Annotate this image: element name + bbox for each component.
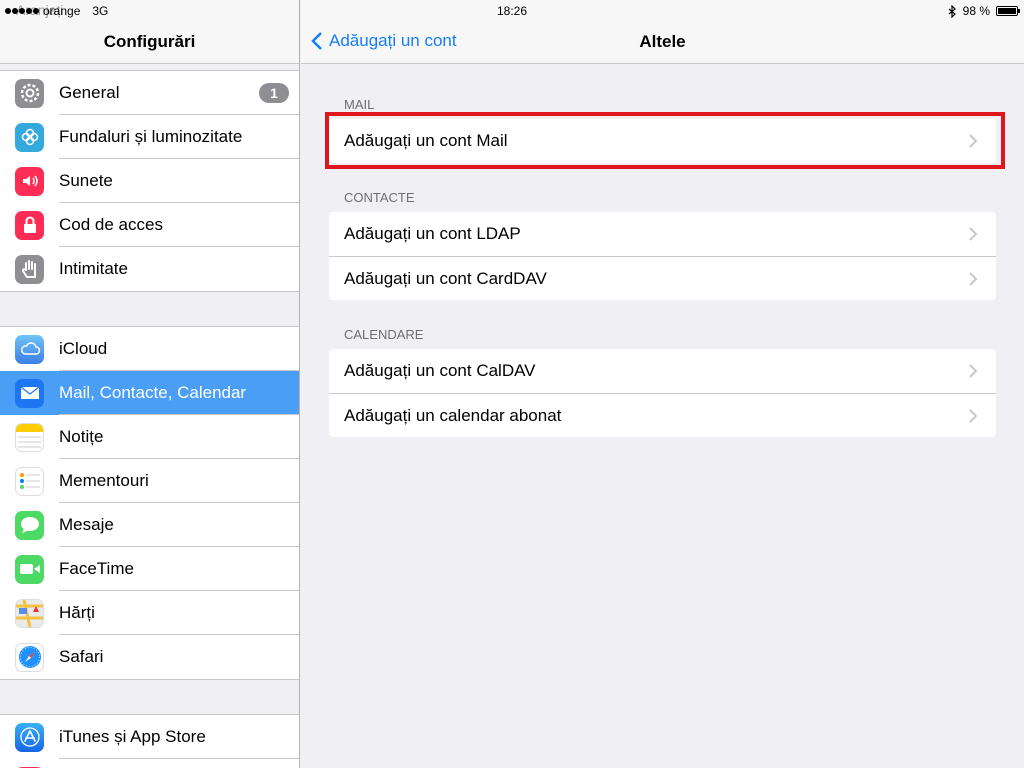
map-icon [15,598,44,628]
flower-icon [15,122,44,152]
sidebar-item-label: General [59,83,120,102]
sidebar-item-label: Notițe [59,427,104,446]
sidebar-item-maps[interactable]: Hărți [0,591,299,635]
sidebar-item-label: iCloud [59,339,108,358]
chevron-right-icon [969,272,978,286]
sidebar-item-label: Mail, Contacte, Calendar [59,383,247,402]
sidebar-item-label: iTunes și App Store [59,727,206,746]
sidebar-item-label: Mesaje [59,515,114,534]
sidebar-item-label: Fundaluri și luminozitate [59,127,243,146]
status-bar: orange 3G 18:26 98 % [0,0,1024,22]
status-time: 18:26 [496,4,528,18]
appstore-icon [15,722,44,752]
add-caldav-account-row[interactable]: Adăugați un cont CalDAV [329,349,996,393]
sidebar-item-label: FaceTime [59,559,134,578]
sidebar-item-label: Hărți [59,603,95,622]
lock-icon [15,210,44,240]
sidebar-item-safari[interactable]: Safari [0,635,299,679]
battery-percent: 98 % [962,4,990,18]
sidebar-item-facetime[interactable]: FaceTime [0,547,299,591]
sidebar-item-reminders[interactable]: Mementouri [0,459,299,503]
battery-icon [996,6,1020,16]
compass-icon [15,642,44,672]
section-header-contacts: CONTACTE [344,190,415,205]
update-badge: 1 [259,83,289,103]
hand-icon [15,254,44,284]
cloud-icon [15,334,44,364]
sidebar-group-1: General 1 Fundaluri și luminozitate Sune… [0,70,299,292]
sidebar-item-messages[interactable]: Mesaje [0,503,299,547]
sidebar-item-passcode[interactable]: Cod de acces [0,203,299,247]
calendars-section: Adăugați un cont CalDAV Adăugați un cale… [329,349,996,437]
sidebar-item-itunes[interactable]: iTunes și App Store [0,715,299,759]
sidebar-item-mail[interactable]: Mail, Contacte, Calendar [0,371,299,415]
sidebar-item-label: Cod de acces [59,215,163,234]
page-title: Altele [639,32,686,51]
row-label: Adăugați un cont LDAP [344,224,521,243]
sidebar-item-label: Safari [59,647,104,666]
settings-sidebar: Aranjați Configurări General 1 Fundaluri… [0,0,300,768]
sidebar-group-3: iTunes și App Store [0,714,299,768]
sidebar-item-next[interactable] [0,759,299,768]
row-label: Adăugați un cont CardDAV [344,268,547,288]
section-header-mail: MAIL [344,97,375,112]
section-header-calendars: CALENDARE [344,327,424,342]
camera-icon [15,554,44,584]
highlight-box [325,112,1005,169]
sidebar-title: Configurări [103,32,196,51]
sidebar-item-label: Mementouri [59,471,149,490]
sidebar-item-notes[interactable]: Notițe [0,415,299,459]
detail-pane: Adăugați un cont Altele MAIL Adăugați un… [301,0,1024,768]
add-ldap-account-row[interactable]: Adăugați un cont LDAP [329,212,996,256]
sidebar-item-sounds[interactable]: Sunete [0,159,299,203]
notes-icon [15,422,44,452]
add-subscribed-calendar-row[interactable]: Adăugați un calendar abonat [329,393,996,437]
speaker-icon [15,166,44,196]
sidebar-group-2: iCloud Mail, Contacte, Calendar Notițe M… [0,326,299,680]
add-carddav-account-row[interactable]: Adăugați un cont CardDAV [329,256,996,300]
contacts-section: Adăugați un cont LDAP Adăugați un cont C… [329,212,996,300]
envelope-icon [15,378,44,408]
chevron-right-icon [969,409,978,423]
message-icon [15,510,44,540]
sidebar-item-wallpaper[interactable]: Fundaluri și luminozitate [0,115,299,159]
sidebar-item-privacy[interactable]: Intimitate [0,247,299,291]
sidebar-item-icloud[interactable]: iCloud [0,327,299,371]
chevron-right-icon [969,227,978,241]
gear-icon [15,78,44,108]
bluetooth-icon [948,4,956,18]
sidebar-item-general[interactable]: General 1 [0,71,299,115]
row-label: Adăugați un calendar abonat [344,405,562,425]
reminders-icon [15,466,44,496]
sidebar-item-label: Sunete [59,171,113,190]
sidebar-item-label: Intimitate [59,259,128,278]
chevron-right-icon [969,364,978,378]
row-label: Adăugați un cont CalDAV [344,361,536,380]
